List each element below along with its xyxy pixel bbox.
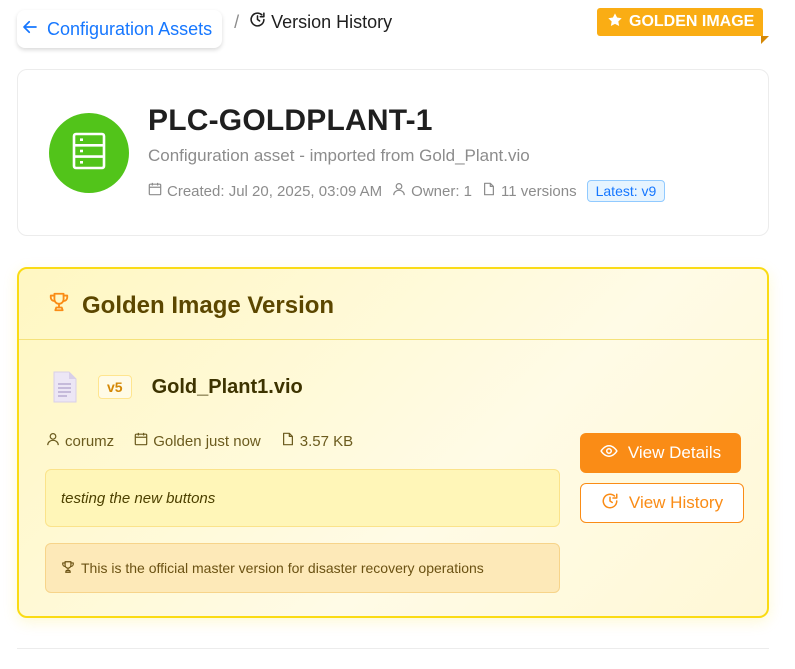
trophy-icon [48, 291, 70, 320]
golden-image-card: Golden Image Version v5 Gold_Plant1.vio … [17, 267, 769, 618]
golden-user-text: corumz [65, 432, 115, 450]
breadcrumb-current: Version History [249, 11, 392, 33]
eye-icon [600, 442, 618, 465]
golden-card-title: Golden Image Version [48, 291, 334, 320]
breadcrumb-separator: / [234, 11, 240, 32]
breadcrumb-current-label: Version History [271, 11, 393, 32]
star-icon [607, 12, 623, 33]
file-icon [281, 432, 295, 450]
view-details-label: View Details [627, 443, 722, 462]
golden-size-text: 3.57 KB [299, 432, 354, 450]
section-divider [17, 648, 769, 649]
file-icon [482, 182, 496, 200]
view-history-button[interactable]: View History [580, 483, 744, 523]
golden-status-text: Golden just now [153, 432, 261, 450]
version-comment: testing the new buttons [45, 469, 560, 527]
breadcrumb: Configuration Assets / Version History [17, 9, 392, 49]
master-version-note: This is the official master version for … [45, 543, 560, 593]
document-icon [52, 370, 78, 404]
history-icon [601, 492, 619, 515]
versions-meta: 11 versions [482, 182, 577, 200]
user-icon [46, 432, 60, 450]
view-history-label: View History [628, 493, 724, 512]
calendar-icon [148, 182, 162, 200]
golden-image-ribbon: GOLDEN IMAGE [597, 8, 764, 36]
history-icon [249, 11, 266, 33]
asset-info-card: PLC-GOLDPLANT-1 Configuration asset - im… [17, 69, 769, 236]
trophy-icon [61, 560, 75, 577]
view-details-button[interactable]: View Details [580, 433, 741, 473]
ribbon-tail [761, 36, 769, 44]
back-button-label: Configuration Assets [47, 18, 213, 39]
version-tag: v5 [98, 375, 132, 399]
arrow-left-icon [21, 18, 39, 41]
calendar-icon [134, 432, 148, 450]
golden-user: corumz [46, 432, 114, 450]
master-version-note-text: This is the official master version for … [81, 560, 484, 576]
golden-card-header: Golden Image Version [19, 269, 767, 340]
database-icon [71, 131, 107, 176]
golden-size: 3.57 KB [281, 432, 353, 450]
golden-image-ribbon-label: GOLDEN IMAGE [629, 13, 755, 30]
golden-file-row: v5 Gold_Plant1.vio [52, 370, 303, 404]
versions-text: 11 versions [501, 182, 577, 200]
golden-info-row: corumz Golden just now 3.57 KB [46, 432, 353, 450]
back-to-configuration-assets-button[interactable]: Configuration Assets [17, 10, 223, 48]
created-text: Created: Jul 20, 2025, 03:09 AM [167, 182, 383, 200]
asset-description: Configuration asset - imported from Gold… [148, 146, 530, 165]
golden-card-title-text: Golden Image Version [82, 291, 335, 319]
created-meta: Created: Jul 20, 2025, 03:09 AM [148, 182, 382, 200]
asset-meta: Created: Jul 20, 2025, 03:09 AM Owner: 1… [148, 180, 666, 202]
golden-status: Golden just now [134, 432, 261, 450]
golden-file-name: Gold_Plant1.vio [151, 375, 303, 398]
owner-text: Owner: 1 [411, 182, 473, 200]
asset-avatar [49, 113, 129, 193]
owner-meta: Owner: 1 [392, 182, 472, 200]
asset-title: PLC-GOLDPLANT-1 [148, 104, 433, 137]
latest-version-tag: Latest: v9 [586, 180, 666, 202]
user-icon [392, 182, 406, 200]
